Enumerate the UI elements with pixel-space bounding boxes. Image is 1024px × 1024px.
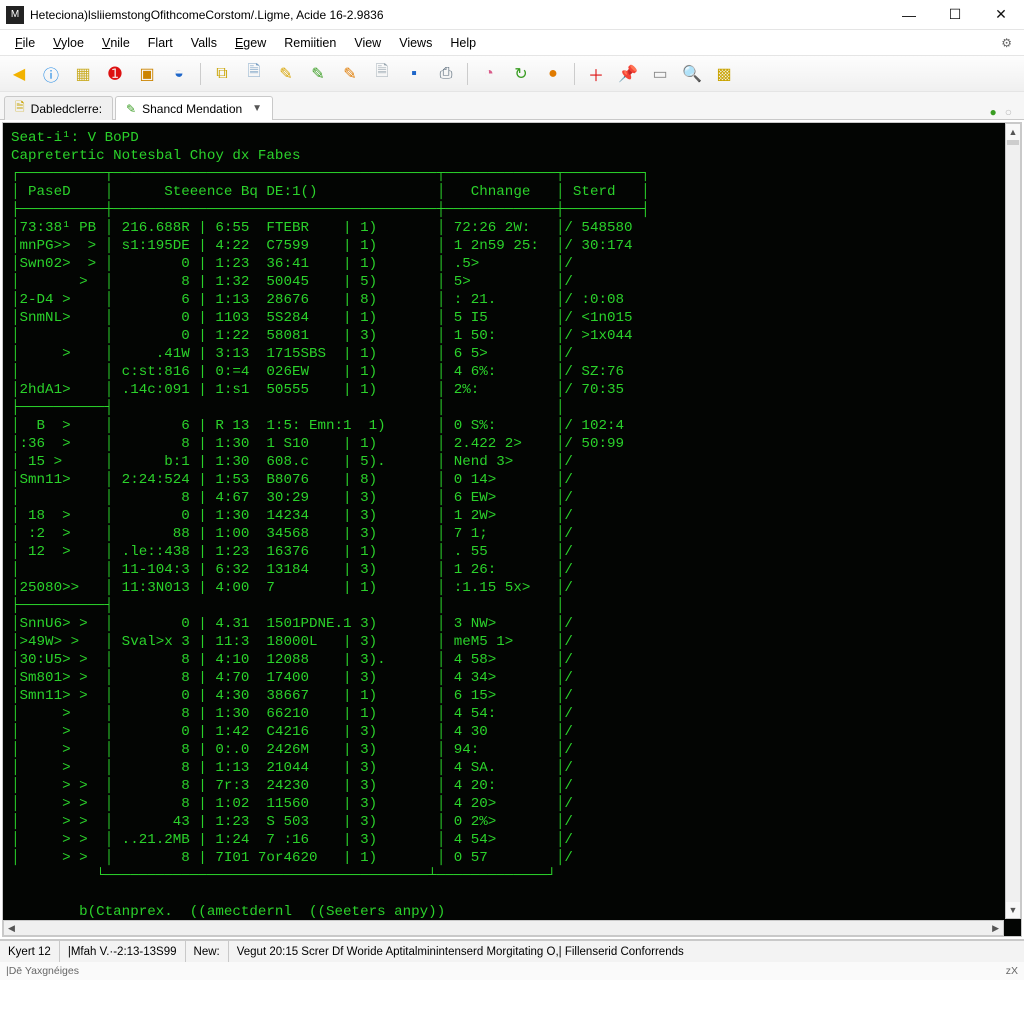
menu-vnile[interactable]: Vnile xyxy=(93,33,139,53)
tab-dabledclerre-label: Dabledclerre: xyxy=(31,102,102,116)
status-cell-1: Kyert 12 xyxy=(0,941,60,962)
statusbar: Kyert 12 |Mfah V.·-2:13-13S99 New: Vegut… xyxy=(0,940,1024,962)
status-cell-3: New: xyxy=(186,941,229,962)
pie-icon[interactable]: ◔ xyxy=(476,61,502,87)
menu-views[interactable]: Views xyxy=(390,33,441,53)
calendar-icon[interactable]: ▦ xyxy=(70,61,96,87)
scroll-up-icon[interactable]: ▲ xyxy=(1006,124,1020,140)
tabstrip: 🗎 Dabledclerre: ✎ Shancd Mendation ▼ ● ○ xyxy=(0,92,1024,120)
pin-icon[interactable]: 📌 xyxy=(615,61,641,87)
tabstrip-status-icons: ● ○ xyxy=(990,105,1021,119)
footer: |Dē Yaxgnéiges zX xyxy=(0,962,1024,980)
menu-help[interactable]: Help xyxy=(441,33,485,53)
menu-view[interactable]: View xyxy=(345,33,390,53)
close-button[interactable]: ✕ xyxy=(978,0,1024,29)
pencil-yellow-icon[interactable]: ✎ xyxy=(273,61,299,87)
toolbar: ◀ⓘ▦➊▣◒⧉🗎✎✎✎🗎▪⎙◔↻●＋📌▭🔍▩ xyxy=(0,56,1024,92)
pencil-orange-icon[interactable]: ✎ xyxy=(337,61,363,87)
doc-icon[interactable]: 🗎 xyxy=(369,61,395,87)
screen-icon[interactable]: ▣ xyxy=(134,61,160,87)
menu-flart[interactable]: Flart xyxy=(139,33,182,53)
footer-left: |Dē Yaxgnéiges xyxy=(6,965,79,977)
red-icon[interactable]: ➊ xyxy=(102,61,128,87)
menubar: FileVyloeVnileFlartVallsEgewRemiitienVie… xyxy=(0,30,1024,56)
menu-vyloe[interactable]: Vyloe xyxy=(44,33,93,53)
scroll-right-icon[interactable]: ▶ xyxy=(988,923,1003,934)
app-icon: M xyxy=(6,6,24,24)
scroll-down-icon[interactable]: ▼ xyxy=(1006,902,1020,918)
status-cell-2: |Mfah V.·-2:13-13S99 xyxy=(60,941,186,962)
add-icon[interactable]: ＋ xyxy=(583,61,609,87)
page-icon[interactable]: 🗎 xyxy=(241,61,267,87)
toolbar-separator xyxy=(467,63,468,85)
footer-right: zX xyxy=(1006,965,1018,977)
terminal[interactable]: Seat-i¹: V BoPD Capretertic Notesbal Cho… xyxy=(2,122,1022,937)
scroll-left-icon[interactable]: ◀ xyxy=(4,923,19,934)
maximize-button[interactable]: ☐ xyxy=(932,0,978,29)
toolbar-separator xyxy=(574,63,575,85)
pencil-green-icon[interactable]: ✎ xyxy=(305,61,331,87)
tab-dabledclerre[interactable]: 🗎 Dabledclerre: xyxy=(4,96,113,120)
info-icon[interactable]: ⓘ xyxy=(38,61,64,87)
status-cell-4: Vegut 20:15 Screr Df Woride Aptitalminin… xyxy=(229,941,1024,962)
book-icon[interactable]: ◒ xyxy=(166,61,192,87)
print-icon[interactable]: ⎙ xyxy=(433,61,459,87)
window-controls: — ☐ ✕ xyxy=(886,0,1024,29)
vertical-scrollbar[interactable]: ▲ ▼ xyxy=(1005,123,1021,919)
tab-shancd-icon: ✎ xyxy=(126,102,136,116)
tag-icon[interactable]: ▩ xyxy=(711,61,737,87)
content-area: Seat-i¹: V BoPD Capretertic Notesbal Cho… xyxy=(0,120,1024,940)
status-white-icon: ○ xyxy=(1005,105,1012,119)
back-icon[interactable]: ◀ xyxy=(6,61,32,87)
titlebar: M Heteciona)lsliiemstongOfithcomeCorstom… xyxy=(0,0,1024,30)
status-green-icon: ● xyxy=(990,105,997,119)
menu-egew[interactable]: Egew xyxy=(226,33,275,53)
menu-remiitien[interactable]: Remiitien xyxy=(275,33,345,53)
tab-shancd-label: Shancd Mendation xyxy=(142,102,242,116)
save-blue-icon[interactable]: ▪ xyxy=(401,61,427,87)
menu-file[interactable]: File xyxy=(6,33,44,53)
zoom-icon[interactable]: 🔍 xyxy=(679,61,705,87)
scroll-thumb[interactable] xyxy=(1007,140,1019,145)
horizontal-scrollbar[interactable]: ◀ ▶ xyxy=(3,920,1004,936)
minimize-button[interactable]: — xyxy=(886,0,932,29)
toolbar-separator xyxy=(200,63,201,85)
globe-icon[interactable]: ● xyxy=(540,61,566,87)
menu-valls[interactable]: Valls xyxy=(182,33,226,53)
tab-dabledclerre-icon: 🗎 xyxy=(15,98,25,119)
window-icon[interactable]: ▭ xyxy=(647,61,673,87)
tab-shancd[interactable]: ✎ Shancd Mendation ▼ xyxy=(115,96,273,120)
chevron-down-icon[interactable]: ▼ xyxy=(252,103,262,114)
window-title: Heteciona)lsliiemstongOfithcomeCorstom/.… xyxy=(30,8,886,22)
refresh-icon[interactable]: ↻ xyxy=(508,61,534,87)
copy-icon[interactable]: ⧉ xyxy=(209,61,235,87)
settings-icon[interactable]: ⚙ xyxy=(1001,36,1018,50)
